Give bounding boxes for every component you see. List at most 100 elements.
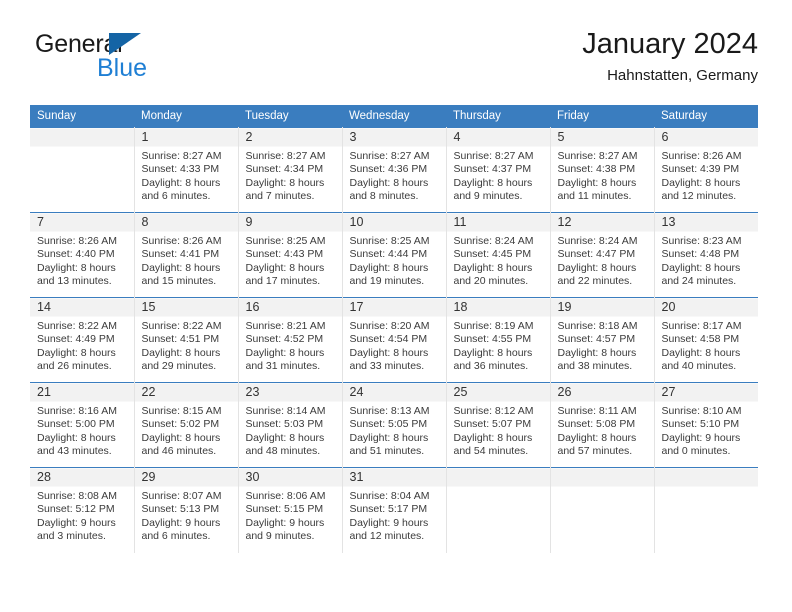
daylight-text-line2: and 13 minutes.	[37, 275, 112, 288]
calendar-day-cell[interactable]: 18 Sunrise: 8:19 AM Sunset: 4:55 PM Dayligh…	[446, 297, 551, 383]
day-number: 9	[245, 215, 253, 229]
daylight-text-line1: Daylight: 8 hours	[245, 261, 325, 274]
sunset-text: Sunset: 4:34 PM	[245, 163, 324, 176]
daylight-text-line1: Daylight: 9 hours	[37, 516, 116, 529]
calendar-day-cell[interactable]: 12 Sunrise: 8:24 AM Sunset: 4:47 PM Dayligh…	[550, 212, 655, 298]
calendar-day-cell[interactable]: 23 Sunrise: 8:14 AM Sunset: 5:03 PM Dayligh…	[238, 382, 343, 468]
sunset-text: Sunset: 4:54 PM	[349, 333, 428, 346]
calendar-body: 1 Sunrise: 8:27 AM Sunset: 4:33 PM Daylight…	[30, 127, 759, 553]
daylight-text-line2: and 24 minutes.	[661, 275, 737, 288]
day-details: Sunrise: 8:15 AM Sunset: 5:02 PM Daylight:…	[135, 401, 238, 459]
day-details: Sunrise: 8:27 AM Sunset: 4:34 PM Daylight:…	[239, 146, 342, 204]
sunrise-text: Sunrise: 8:26 AM	[661, 150, 742, 162]
sunset-text: Sunset: 5:02 PM	[141, 418, 220, 431]
sunset-text: Sunset: 4:55 PM	[453, 333, 532, 346]
calendar-day-cell[interactable]: 21 Sunrise: 8:16 AM Sunset: 5:00 PM Dayligh…	[30, 382, 135, 468]
daylight-text-line2: and 3 minutes.	[37, 530, 106, 543]
weekday-header-saturday: Saturday	[654, 105, 758, 128]
day-details: Sunrise: 8:27 AM Sunset: 4:33 PM Daylight:…	[135, 146, 238, 204]
calendar-day-cell[interactable]: 2 Sunrise: 8:27 AM Sunset: 4:34 PM Daylight…	[238, 127, 343, 213]
calendar-day-cell[interactable]: 31 Sunrise: 8:04 AM Sunset: 5:17 PM Dayligh…	[342, 467, 447, 553]
calendar-day-cell[interactable]: 25 Sunrise: 8:12 AM Sunset: 5:07 PM Dayligh…	[446, 382, 551, 468]
sunset-text: Sunset: 4:51 PM	[141, 333, 220, 346]
daylight-text-line2: and 46 minutes.	[141, 445, 217, 458]
daylight-text-line1: Daylight: 8 hours	[349, 431, 429, 444]
day-details: Sunrise: 8:06 AM Sunset: 5:15 PM Daylight:…	[239, 486, 342, 544]
calendar-day-cell[interactable]: 15 Sunrise: 8:22 AM Sunset: 4:51 PM Dayligh…	[134, 297, 239, 383]
day-details: Sunrise: 8:18 AM Sunset: 4:57 PM Daylight:…	[551, 316, 654, 374]
day-number: 12	[557, 215, 572, 229]
daylight-text-line1: Daylight: 8 hours	[453, 431, 533, 444]
calendar-day-cell[interactable]: 1 Sunrise: 8:27 AM Sunset: 4:33 PM Daylight…	[134, 127, 239, 213]
daylight-text-line2: and 22 minutes.	[557, 275, 633, 288]
day-number: 23	[245, 385, 260, 399]
day-number: 17	[349, 300, 364, 314]
calendar-day-cell[interactable]: 10 Sunrise: 8:25 AM Sunset: 4:44 PM Dayligh…	[342, 212, 447, 298]
sunrise-text: Sunrise: 8:27 AM	[453, 150, 534, 162]
daylight-text-line2: and 17 minutes.	[245, 275, 321, 288]
calendar-day-cell[interactable]: 8 Sunrise: 8:26 AM Sunset: 4:41 PM Daylight…	[134, 212, 239, 298]
day-details: Sunrise: 8:17 AM Sunset: 4:58 PM Daylight:…	[655, 316, 759, 374]
calendar-day-cell[interactable]: 14 Sunrise: 8:22 AM Sunset: 4:49 PM Dayligh…	[30, 297, 135, 383]
daylight-text-line2: and 57 minutes.	[557, 445, 633, 458]
calendar-day-cell[interactable]: 16 Sunrise: 8:21 AM Sunset: 4:52 PM Dayligh…	[238, 297, 343, 383]
calendar-day-cell[interactable]: 13 Sunrise: 8:23 AM Sunset: 4:48 PM Dayligh…	[654, 212, 758, 298]
calendar-table: Sunday Monday Tuesday Wednesday Thursday Frid…	[30, 105, 758, 553]
daylight-text-line1: Daylight: 8 hours	[349, 346, 429, 359]
daylight-text-line2: and 40 minutes.	[661, 360, 737, 373]
day-number: 29	[141, 470, 156, 484]
sunset-text: Sunset: 4:40 PM	[37, 248, 115, 261]
sunset-text: Sunset: 4:52 PM	[245, 333, 324, 346]
daylight-text-line2: and 19 minutes.	[349, 275, 425, 288]
daylight-text-line2: and 38 minutes.	[557, 360, 633, 373]
sunset-text: Sunset: 4:45 PM	[453, 248, 532, 261]
day-details: Sunrise: 8:22 AM Sunset: 4:49 PM Daylight:…	[30, 316, 134, 374]
sunrise-text: Sunrise: 8:26 AM	[141, 235, 222, 247]
sunrise-text: Sunrise: 8:22 AM	[37, 320, 117, 332]
daylight-text-line1: Daylight: 8 hours	[557, 431, 637, 444]
calendar-day-cell[interactable]: 20 Sunrise: 8:17 AM Sunset: 4:58 PM Dayligh…	[654, 297, 759, 383]
calendar-week-row: 1 Sunrise: 8:27 AM Sunset: 4:33 PM Daylight…	[30, 127, 758, 213]
calendar-day-cell[interactable]: 17 Sunrise: 8:20 AM Sunset: 4:54 PM Dayligh…	[342, 297, 447, 383]
calendar-day-cell[interactable]: 27 Sunrise: 8:10 AM Sunset: 5:10 PM Dayligh…	[654, 382, 758, 468]
calendar-day-cell[interactable]: 28 Sunrise: 8:08 AM Sunset: 5:12 PM Dayligh…	[30, 467, 135, 553]
calendar-cell-empty	[446, 467, 551, 553]
title-block: January 2024 Hahnstatten, Germany	[582, 26, 758, 86]
day-number: 30	[245, 470, 260, 484]
sunset-text: Sunset: 5:13 PM	[141, 503, 220, 516]
day-details: Sunrise: 8:12 AM Sunset: 5:07 PM Daylight:…	[447, 401, 550, 459]
daylight-text-line2: and 11 minutes.	[557, 190, 632, 203]
day-number: 3	[349, 130, 357, 144]
sunset-text: Sunset: 5:07 PM	[453, 418, 532, 431]
day-details: Sunrise: 8:22 AM Sunset: 4:51 PM Daylight:…	[135, 316, 238, 374]
sunrise-text: Sunrise: 8:27 AM	[245, 150, 326, 162]
general-blue-logo[interactable]: General Blue	[35, 30, 215, 90]
sunset-text: Sunset: 5:08 PM	[557, 418, 636, 431]
calendar-day-cell[interactable]: 29 Sunrise: 8:07 AM Sunset: 5:13 PM Dayligh…	[134, 467, 239, 553]
daylight-text-line1: Daylight: 8 hours	[245, 176, 325, 189]
sunrise-text: Sunrise: 8:17 AM	[661, 320, 742, 332]
calendar-day-cell[interactable]: 19 Sunrise: 8:18 AM Sunset: 4:57 PM Dayligh…	[550, 297, 655, 383]
calendar-grid: Sunday Monday Tuesday Wednesday Thursday Frid…	[30, 105, 758, 553]
daylight-text-line2: and 12 minutes.	[349, 530, 425, 543]
calendar-day-cell[interactable]: 11 Sunrise: 8:24 AM Sunset: 4:45 PM Dayligh…	[446, 212, 551, 298]
day-number: 21	[37, 385, 51, 399]
calendar-day-cell[interactable]: 9 Sunrise: 8:25 AM Sunset: 4:43 PM Daylight…	[238, 212, 343, 298]
calendar-day-cell[interactable]: 3 Sunrise: 8:27 AM Sunset: 4:36 PM Daylight…	[342, 127, 447, 213]
calendar-day-cell[interactable]: 22 Sunrise: 8:15 AM Sunset: 5:02 PM Dayligh…	[134, 382, 239, 468]
calendar-day-cell[interactable]: 30 Sunrise: 8:06 AM Sunset: 5:15 PM Dayligh…	[238, 467, 343, 553]
calendar-week-row: 7 Sunrise: 8:26 AM Sunset: 4:40 PM Daylight…	[30, 212, 758, 298]
calendar-day-cell[interactable]: 26 Sunrise: 8:11 AM Sunset: 5:08 PM Dayligh…	[550, 382, 655, 468]
calendar-day-cell[interactable]: 5 Sunrise: 8:27 AM Sunset: 4:38 PM Daylight…	[550, 127, 655, 213]
calendar-day-cell[interactable]: 6 Sunrise: 8:26 AM Sunset: 4:39 PM Daylight…	[654, 127, 758, 213]
weekday-header-wednesday: Wednesday	[342, 105, 446, 128]
calendar-day-cell[interactable]: 7 Sunrise: 8:26 AM Sunset: 4:40 PM Daylight…	[30, 212, 135, 298]
sunset-text: Sunset: 5:03 PM	[245, 418, 324, 431]
calendar-page: General Blue January 2024 Hahnstatten, G…	[0, 0, 792, 612]
sunset-text: Sunset: 4:33 PM	[141, 163, 220, 176]
daylight-text-line1: Daylight: 8 hours	[557, 261, 637, 274]
calendar-day-cell[interactable]: 4 Sunrise: 8:27 AM Sunset: 4:37 PM Daylight…	[446, 127, 551, 213]
calendar-day-cell[interactable]: 24 Sunrise: 8:13 AM Sunset: 5:05 PM Dayligh…	[342, 382, 447, 468]
daylight-text-line1: Daylight: 9 hours	[349, 516, 429, 529]
sunrise-text: Sunrise: 8:23 AM	[661, 235, 742, 247]
